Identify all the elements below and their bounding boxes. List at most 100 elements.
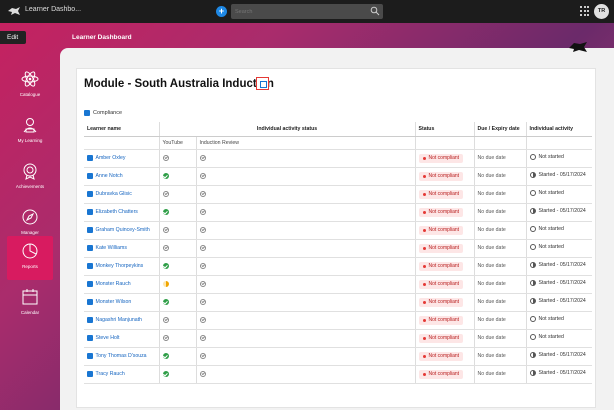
activity-status: Not started bbox=[529, 190, 564, 196]
learner-name: Monster Rauch bbox=[95, 281, 131, 287]
document-icon bbox=[87, 155, 93, 161]
half-circle-icon bbox=[529, 352, 536, 358]
learner-link[interactable]: Graham Quincey-Smith bbox=[87, 222, 156, 239]
subcol-induction-review: Induction Review bbox=[195, 136, 415, 150]
sidebar-item-calendar[interactable]: Calendar bbox=[7, 282, 53, 326]
learner-link[interactable]: Nagashri Manjunath bbox=[87, 312, 156, 329]
not-started-check-icon[interactable] bbox=[162, 190, 169, 197]
not-started-check-icon[interactable] bbox=[199, 298, 206, 305]
status-badge: Not compliant bbox=[418, 207, 464, 217]
avatar[interactable]: TR bbox=[594, 4, 609, 19]
learner-link[interactable]: Elizabeth Chatters bbox=[87, 204, 156, 221]
document-icon bbox=[87, 371, 93, 377]
empty-circle-icon bbox=[529, 244, 536, 250]
learner-link[interactable]: Amber Oxley bbox=[87, 150, 156, 167]
check-complete-icon[interactable] bbox=[162, 352, 169, 359]
status-badge: Not compliant bbox=[418, 297, 464, 307]
table-row: Dubravka Glisic Not compliant No due date N… bbox=[84, 185, 592, 204]
check-complete-icon[interactable] bbox=[162, 208, 169, 215]
status-dot-icon bbox=[422, 174, 426, 178]
activity-status: Started - 05/17/2024 bbox=[529, 280, 586, 286]
table-row: Steve Holt Not compliant No due date Not st… bbox=[84, 329, 592, 348]
export-icon[interactable] bbox=[256, 77, 269, 90]
app-title[interactable]: Learner Dashbo... bbox=[25, 6, 81, 13]
sidebar-item-achievements[interactable]: Achievements bbox=[7, 156, 53, 200]
status-dot-icon bbox=[422, 228, 426, 232]
activity-status: Started - 05/17/2024 bbox=[529, 352, 586, 358]
totara-logo-icon[interactable] bbox=[7, 6, 21, 16]
not-started-check-icon[interactable] bbox=[199, 172, 206, 179]
sidebar-label: Manager bbox=[21, 230, 39, 235]
not-started-check-icon[interactable] bbox=[199, 370, 206, 377]
sidebar-label: Catalogue bbox=[19, 92, 41, 97]
col-learner-name[interactable]: Learner name bbox=[84, 122, 159, 137]
learner-link[interactable]: Monster Rauch bbox=[87, 276, 156, 293]
not-started-check-icon[interactable] bbox=[199, 190, 206, 197]
add-button[interactable]: + bbox=[216, 6, 227, 17]
sidebar-item-reports[interactable]: Reports bbox=[7, 236, 53, 280]
search-icon[interactable] bbox=[370, 6, 380, 16]
check-complete-icon[interactable] bbox=[162, 262, 169, 269]
compliance-link[interactable]: Compliance bbox=[84, 110, 122, 116]
not-started-check-icon[interactable] bbox=[162, 316, 169, 323]
document-icon bbox=[87, 191, 93, 197]
not-started-check-icon[interactable] bbox=[162, 244, 169, 251]
not-started-check-icon[interactable] bbox=[199, 352, 206, 359]
status-badge: Not compliant bbox=[418, 243, 464, 253]
learner-link[interactable]: Monster Wilson bbox=[87, 294, 156, 311]
col-status[interactable]: Status bbox=[414, 122, 474, 137]
col-due-date[interactable]: Due / Expiry date bbox=[473, 122, 526, 137]
activity-text: Not started bbox=[538, 334, 564, 340]
learner-link[interactable]: Kate Williams bbox=[87, 240, 156, 257]
due-date: No due date bbox=[473, 203, 526, 222]
check-complete-icon[interactable] bbox=[162, 370, 169, 377]
col-activity-status[interactable]: Individual activity status bbox=[158, 122, 415, 137]
table-row: Nagashri Manjunath Not compliant No due da… bbox=[84, 311, 592, 330]
status-badge: Not compliant bbox=[418, 225, 464, 235]
not-started-check-icon[interactable] bbox=[162, 226, 169, 233]
status-dot-icon bbox=[422, 210, 426, 214]
subcol-youtube: YouTube bbox=[158, 136, 196, 150]
learner-link[interactable]: Steve Holt bbox=[87, 330, 156, 347]
status-text: Not compliant bbox=[428, 209, 460, 215]
activity-text: Not started bbox=[538, 154, 564, 160]
not-started-check-icon[interactable] bbox=[199, 226, 206, 233]
activity-text: Started - 05/17/2024 bbox=[538, 298, 586, 304]
learner-link[interactable]: Monkey Thorpeykins bbox=[87, 258, 156, 275]
activity-text: Started - 05/17/2024 bbox=[538, 208, 586, 214]
not-started-check-icon[interactable] bbox=[199, 334, 206, 341]
status-text: Not compliant bbox=[428, 353, 460, 359]
learner-link[interactable]: Tony Thomas D'souza bbox=[87, 348, 156, 365]
sidebar-item-my-learning[interactable]: My Learning bbox=[7, 110, 53, 154]
not-started-check-icon[interactable] bbox=[199, 244, 206, 251]
learner-link[interactable]: Anne Notch bbox=[87, 168, 156, 185]
not-started-check-icon[interactable] bbox=[199, 262, 206, 269]
status-badge: Not compliant bbox=[418, 279, 464, 289]
status-badge: Not compliant bbox=[418, 351, 464, 361]
edit-button[interactable]: Edit bbox=[0, 31, 26, 44]
check-complete-icon[interactable] bbox=[162, 172, 169, 179]
not-started-check-icon[interactable] bbox=[162, 154, 169, 161]
search-input[interactable] bbox=[235, 6, 365, 17]
not-started-check-icon[interactable] bbox=[162, 334, 169, 341]
document-icon bbox=[87, 227, 93, 233]
not-started-check-icon[interactable] bbox=[199, 208, 206, 215]
not-started-check-icon[interactable] bbox=[199, 280, 206, 287]
activity-status: Not started bbox=[529, 154, 564, 160]
col-individual-activity[interactable]: Individual activity bbox=[525, 122, 592, 137]
check-complete-icon[interactable] bbox=[162, 298, 169, 305]
not-started-check-icon[interactable] bbox=[199, 154, 206, 161]
activity-text: Started - 05/17/2024 bbox=[538, 352, 586, 358]
app-grid-icon[interactable] bbox=[580, 6, 590, 16]
empty-circle-icon bbox=[529, 190, 536, 196]
empty-circle-icon bbox=[529, 226, 536, 232]
learner-link[interactable]: Tracy Rauch bbox=[87, 366, 156, 383]
in-progress-icon[interactable] bbox=[162, 280, 169, 287]
learner-name: Monster Wilson bbox=[95, 299, 132, 305]
not-started-check-icon[interactable] bbox=[199, 316, 206, 323]
learner-link[interactable]: Dubravka Glisic bbox=[87, 186, 156, 203]
sidebar-label: Reports bbox=[22, 264, 38, 269]
status-text: Not compliant bbox=[428, 281, 460, 287]
sidebar-item-catalogue[interactable]: Catalogue bbox=[7, 64, 53, 108]
activity-text: Started - 05/17/2024 bbox=[538, 280, 586, 286]
